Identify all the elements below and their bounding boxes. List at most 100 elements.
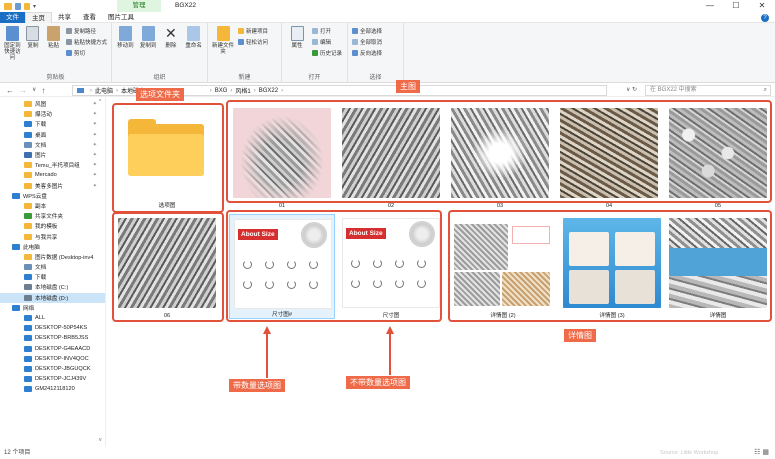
back-arrow-icon[interactable]: ← [6, 86, 14, 95]
breadcrumb-bgx22[interactable]: BGX22 [259, 88, 278, 94]
pin-icon[interactable]: ✦ [93, 101, 97, 107]
nav-item[interactable]: DESKTOP-BRB5JSS [0, 333, 105, 343]
chevron-down-icon[interactable]: ▾ [33, 3, 36, 10]
nav-item-label: 下载 [35, 122, 47, 129]
status-bar: 12 个项目 Source: Little Workshop ☷ ▦ [0, 447, 775, 459]
nav-item[interactable]: 爆活动 ✦ [0, 109, 105, 119]
pin-icon[interactable]: ✦ [93, 121, 97, 127]
nav-item[interactable]: 文档 ✦ [0, 140, 105, 150]
nav-item[interactable]: DESKTOP-JBGUQCK [0, 364, 105, 374]
nav-item[interactable]: ALL [0, 313, 105, 323]
nav-item[interactable]: Mercado ✦ [0, 170, 105, 180]
nav-item[interactable]: DESKTOP-50P54KS [0, 323, 105, 333]
nav-item-label: 图片数据 (Desktop-inv4 [35, 254, 94, 261]
nav-item[interactable]: 下载 [0, 272, 105, 282]
nav-item[interactable]: DESKTOP-INV4QOC [0, 354, 105, 364]
nav-item[interactable]: 此电脑 [0, 242, 105, 252]
ribbon-group-open: 属性 打开 编辑 历史记录 打开 [282, 23, 348, 83]
ribbon-group-select: 全部选择 全部取消 反向选择 选择 [348, 23, 404, 83]
nav-item-label: DESKTOP-G4EAACD [35, 345, 91, 352]
nav-item[interactable]: 网络 [0, 303, 105, 313]
breadcrumb-style1[interactable]: 风格1 [235, 86, 250, 95]
context-tab-manage[interactable]: 管理 [117, 0, 161, 12]
tab-file[interactable]: 文件 [0, 11, 25, 23]
ribbon: 固定到快速访问 复制 粘贴 复制路径 粘贴快捷方式 剪切 剪贴板 移动到 复制到… [0, 23, 775, 83]
properties-icon[interactable] [15, 2, 21, 10]
pin-icon[interactable]: ✦ [93, 152, 97, 158]
nav-item[interactable]: 下载 ✦ [0, 119, 105, 129]
nav-item-label: 文档 [35, 142, 47, 149]
nav-item-label: 与我共享 [35, 234, 58, 241]
easy-access-button[interactable]: 轻松访问 [238, 38, 268, 46]
quick-access-toolbar: ▾ [0, 2, 36, 10]
nav-item[interactable]: 风图 ✦ [0, 99, 105, 109]
nav-item[interactable]: 桌面 ✦ [0, 130, 105, 140]
nav-item[interactable]: DESKTOP-G4EAACD [0, 344, 105, 354]
history-button[interactable]: 历史记录 [312, 49, 342, 57]
nav-item[interactable]: GM2412118120 [0, 384, 105, 394]
pin-icon[interactable]: ✦ [93, 111, 97, 117]
pin-icon[interactable]: ✦ [93, 183, 97, 189]
nav-item[interactable]: DESKTOP-JCJ439V [0, 374, 105, 384]
item-count: 12 个项目 [4, 450, 31, 456]
nav-item[interactable]: 美客多图片 ✦ [0, 181, 105, 191]
view-toggle-icons[interactable]: ☷ ▦ [754, 447, 769, 459]
pc-icon [24, 365, 32, 372]
arrow-line-without-qty [389, 333, 391, 375]
help-icon[interactable]: ? [761, 14, 769, 22]
nav-item[interactable]: 图片数据 (Desktop-inv4 [0, 252, 105, 262]
nav-item[interactable]: WPS云盘 [0, 191, 105, 201]
tab-view[interactable]: 查看 [77, 12, 102, 23]
new-folder-icon[interactable] [24, 2, 30, 10]
new-item-button[interactable]: 新建项目 [238, 27, 268, 35]
pin-icon[interactable]: ✦ [93, 142, 97, 148]
select-all-button[interactable]: 全部选择 [352, 27, 382, 35]
file-name: 04 [605, 203, 613, 209]
window-title: BGX22 [175, 2, 196, 9]
nav-item[interactable]: 副本 [0, 201, 105, 211]
new-item-icon [238, 28, 244, 34]
nav-item[interactable]: 共享文件夹 [0, 211, 105, 221]
drive-icon [24, 284, 32, 291]
select-none-icon [352, 39, 358, 45]
up-arrow-icon[interactable]: ↑ [41, 86, 45, 95]
close-button[interactable]: ✕ [749, 0, 775, 12]
maximize-button[interactable]: ☐ [723, 0, 749, 12]
nav-item[interactable]: 我的模板 [0, 221, 105, 231]
nav-item[interactable]: Temu_半托项目组 ✦ [0, 160, 105, 170]
pin-icon[interactable]: ✦ [93, 162, 97, 168]
breadcrumb-this-pc[interactable]: 此电脑 [95, 86, 113, 95]
paste-shortcut-button[interactable]: 粘贴快捷方式 [65, 38, 107, 46]
tab-share[interactable]: 共享 [52, 12, 77, 23]
history-icon [312, 50, 318, 56]
forward-arrow-icon[interactable]: → [19, 86, 27, 95]
tab-picture-tools[interactable]: 图片工具 [102, 12, 140, 23]
pin-icon[interactable]: ✦ [93, 132, 97, 138]
refresh-icon[interactable]: ∨ ↻ [626, 86, 637, 93]
picture-icon [24, 152, 32, 159]
breadcrumb-bxg[interactable]: BXG [215, 88, 228, 94]
cut-button[interactable]: 剪切 [65, 49, 107, 57]
tab-home[interactable]: 主页 [25, 11, 52, 23]
open-button[interactable]: 打开 [312, 27, 342, 35]
chevron-down-icon[interactable]: ∨ [32, 86, 36, 95]
share-icon [24, 213, 32, 220]
nav-item-label: 网络 [23, 305, 35, 312]
copy-path-button[interactable]: 复制路径 [65, 27, 107, 35]
edit-button[interactable]: 编辑 [312, 38, 342, 46]
pin-icon[interactable]: ✦ [93, 172, 97, 178]
nav-item-label: DESKTOP-BRB5JSS [35, 335, 89, 342]
scroll-down-icon[interactable]: v [99, 437, 102, 443]
nav-item[interactable]: 图片 ✦ [0, 150, 105, 160]
group-label-select: 选择 [369, 75, 382, 81]
title-bar: ▾ 管理 BGX22 — ☐ ✕ [0, 0, 775, 12]
nav-item[interactable]: 与我共享 [0, 231, 105, 241]
search-input[interactable]: 在 BGX22 中搜索 ⌕ [645, 85, 771, 96]
nav-item[interactable]: 本地磁盘 (C:) [0, 282, 105, 292]
minimize-button[interactable]: — [697, 0, 723, 12]
invert-selection-button[interactable]: 反向选择 [352, 49, 382, 57]
invert-selection-icon [352, 50, 358, 56]
nav-item[interactable]: 本地磁盘 (D:) [0, 292, 105, 303]
nav-item[interactable]: 文档 [0, 262, 105, 272]
select-none-button[interactable]: 全部取消 [352, 38, 382, 46]
